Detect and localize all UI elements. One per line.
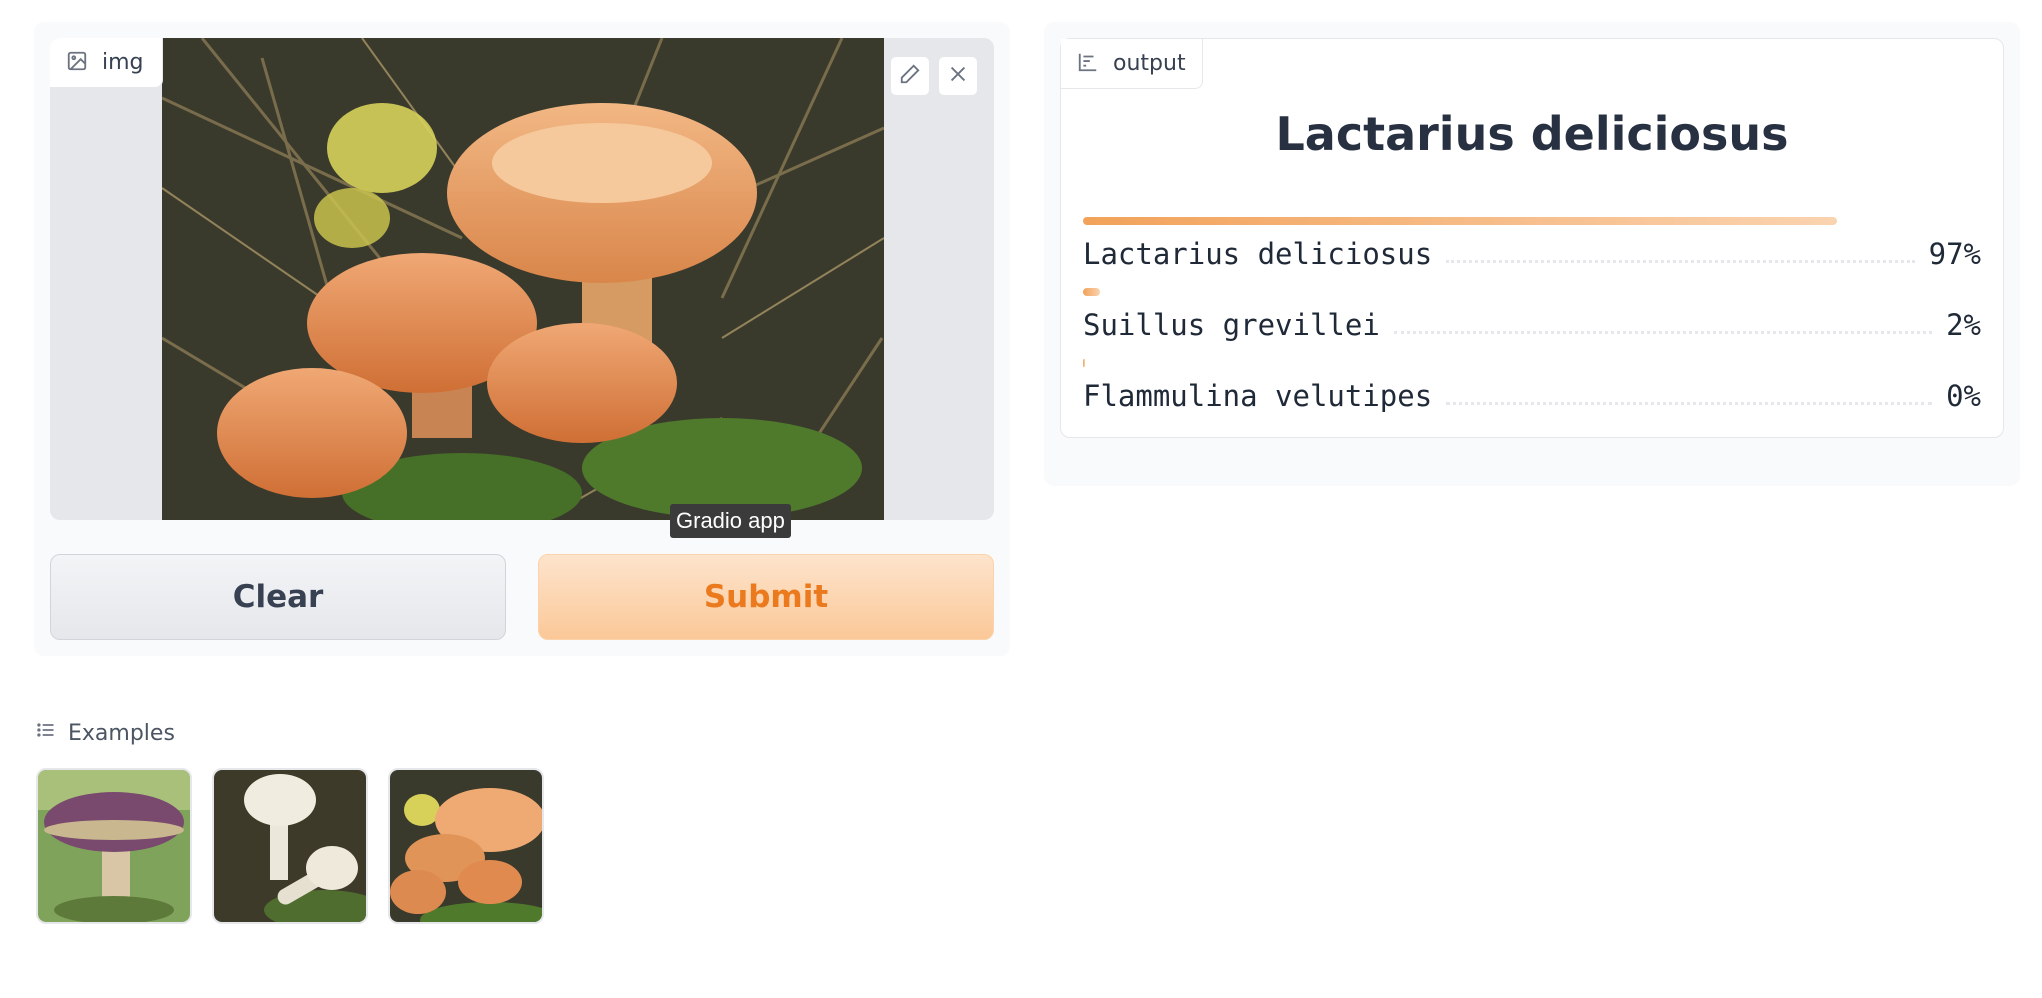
close-icon xyxy=(947,63,969,89)
edit-button[interactable] xyxy=(890,56,930,96)
tooltip: Gradio app xyxy=(670,504,791,538)
confidence-bar xyxy=(1083,217,1837,225)
output-label-text: output xyxy=(1113,51,1186,76)
list-icon xyxy=(36,720,56,746)
confidence-item: Lactarius deliciosus 97% xyxy=(1083,217,1981,288)
confidence-bar xyxy=(1083,288,1100,296)
example-thumbnail-3[interactable] xyxy=(388,768,544,924)
examples-header: Examples xyxy=(36,720,175,746)
example-thumbnail-1[interactable] xyxy=(36,768,192,924)
submit-button[interactable]: Submit xyxy=(538,554,994,640)
bar-chart-icon xyxy=(1077,51,1099,77)
confidence-bar xyxy=(1083,359,1085,367)
confidence-value: 2% xyxy=(1946,308,1981,342)
confidence-value: 0% xyxy=(1946,379,1981,413)
image-input-label-text: img xyxy=(102,50,144,75)
pencil-icon xyxy=(899,63,921,89)
confidence-label: Suillus grevillei xyxy=(1083,308,1380,342)
predicted-label: Lactarius deliciosus xyxy=(1275,107,1789,161)
examples-title: Examples xyxy=(68,720,175,746)
confidence-list: Lactarius deliciosus 97% Suillus grevill… xyxy=(1083,217,1981,430)
output-panel: output Lactarius deliciosus Lactarius de… xyxy=(1044,22,2020,486)
clear-button[interactable]: Clear xyxy=(50,554,506,640)
remove-image-button[interactable] xyxy=(938,56,978,96)
example-thumbnail-2[interactable] xyxy=(212,768,368,924)
confidence-label: Lactarius deliciosus xyxy=(1083,237,1433,271)
confidence-item: Suillus grevillei 2% xyxy=(1083,288,1981,359)
image-icon xyxy=(66,50,88,76)
output-label: output xyxy=(1061,39,1203,89)
image-input[interactable]: img xyxy=(50,38,994,520)
confidence-item: Flammulina velutipes 0% xyxy=(1083,359,1981,430)
image-input-label: img xyxy=(50,38,163,88)
label-output: output Lactarius deliciosus Lactarius de… xyxy=(1060,38,2004,438)
uploaded-photo xyxy=(162,38,884,520)
dotted-leader xyxy=(1446,260,1915,263)
confidence-label: Flammulina velutipes xyxy=(1083,379,1433,413)
confidence-value: 97% xyxy=(1928,237,1981,271)
dotted-leader xyxy=(1393,331,1933,334)
dotted-leader xyxy=(1446,402,1933,405)
